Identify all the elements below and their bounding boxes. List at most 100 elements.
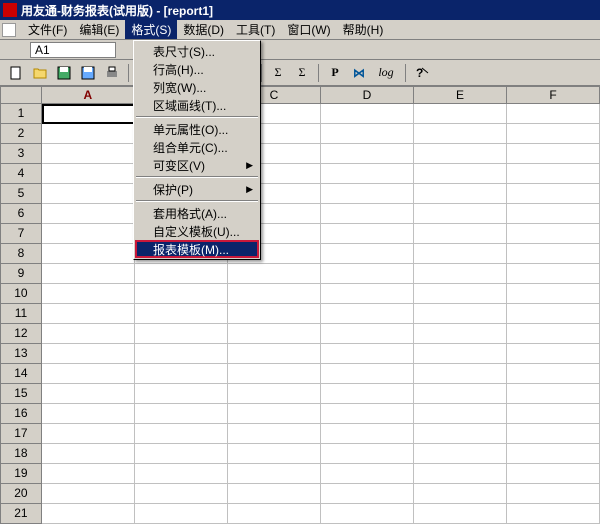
cell-address-box[interactable]: A1 <box>30 42 116 58</box>
cell[interactable] <box>42 464 135 484</box>
cell[interactable] <box>228 344 321 364</box>
menu-item[interactable]: 列宽(W)... <box>135 78 259 96</box>
cell[interactable] <box>228 364 321 384</box>
row-header[interactable]: 21 <box>0 504 42 524</box>
row-header[interactable]: 12 <box>0 324 42 344</box>
cell[interactable] <box>42 444 135 464</box>
cell[interactable] <box>42 324 135 344</box>
cell[interactable] <box>135 344 228 364</box>
cell[interactable] <box>321 464 414 484</box>
row-header[interactable]: 16 <box>0 404 42 424</box>
cell[interactable] <box>507 484 600 504</box>
cell[interactable] <box>414 184 507 204</box>
cell[interactable] <box>321 404 414 424</box>
cell[interactable] <box>414 504 507 524</box>
cell[interactable] <box>135 444 228 464</box>
cell[interactable] <box>135 464 228 484</box>
document-icon[interactable] <box>2 23 16 37</box>
row-header[interactable]: 14 <box>0 364 42 384</box>
sum-button[interactable]: Σ <box>268 63 288 83</box>
cell[interactable] <box>507 464 600 484</box>
select-all-corner[interactable] <box>0 86 42 104</box>
cell[interactable] <box>414 284 507 304</box>
row-header[interactable]: 11 <box>0 304 42 324</box>
cell[interactable] <box>414 324 507 344</box>
row-header[interactable]: 5 <box>0 184 42 204</box>
cell[interactable] <box>507 224 600 244</box>
open-button[interactable] <box>30 63 50 83</box>
cell[interactable] <box>42 124 135 144</box>
cell[interactable] <box>414 344 507 364</box>
menu-window[interactable]: 窗口(W) <box>281 20 336 39</box>
cell[interactable] <box>321 304 414 324</box>
cell[interactable] <box>135 384 228 404</box>
row-header[interactable]: 17 <box>0 424 42 444</box>
row-header[interactable]: 8 <box>0 244 42 264</box>
menu-item[interactable]: 可变区(V)▶ <box>135 156 259 174</box>
menu-format[interactable]: 格式(S) <box>125 20 177 39</box>
cell[interactable] <box>228 304 321 324</box>
cell[interactable] <box>228 404 321 424</box>
column-header[interactable]: E <box>414 86 507 104</box>
cell[interactable] <box>42 304 135 324</box>
cell[interactable] <box>135 304 228 324</box>
row-header[interactable]: 7 <box>0 224 42 244</box>
row-header[interactable]: 10 <box>0 284 42 304</box>
cell[interactable] <box>507 284 600 304</box>
cell[interactable] <box>135 284 228 304</box>
cell[interactable] <box>42 384 135 404</box>
cell[interactable] <box>321 144 414 164</box>
menu-item[interactable]: 区域画线(T)... <box>135 96 259 114</box>
menu-item[interactable]: 保护(P)▶ <box>135 180 259 198</box>
row-header[interactable]: 20 <box>0 484 42 504</box>
cell[interactable] <box>507 344 600 364</box>
cell[interactable] <box>414 384 507 404</box>
cell[interactable] <box>135 264 228 284</box>
cell[interactable] <box>42 164 135 184</box>
cell[interactable] <box>42 224 135 244</box>
cell[interactable] <box>507 364 600 384</box>
cell[interactable] <box>321 504 414 524</box>
cell[interactable] <box>42 404 135 424</box>
row-header[interactable]: 4 <box>0 164 42 184</box>
sum2-button[interactable]: Σ <box>292 63 312 83</box>
cell[interactable] <box>42 144 135 164</box>
save-button[interactable] <box>54 63 74 83</box>
print-button[interactable] <box>102 63 122 83</box>
cell[interactable] <box>507 204 600 224</box>
cell[interactable] <box>507 324 600 344</box>
cell[interactable] <box>321 324 414 344</box>
menu-item[interactable]: 单元属性(O)... <box>135 120 259 138</box>
cell[interactable] <box>42 504 135 524</box>
column-header[interactable]: A <box>42 86 135 104</box>
cell[interactable] <box>42 244 135 264</box>
cell[interactable] <box>135 504 228 524</box>
cell[interactable] <box>507 104 600 124</box>
cell[interactable] <box>228 284 321 304</box>
cell[interactable] <box>321 284 414 304</box>
menu-item[interactable]: 套用格式(A)... <box>135 204 259 222</box>
cell[interactable] <box>507 504 600 524</box>
cell[interactable] <box>228 484 321 504</box>
menu-item[interactable]: 行高(H)... <box>135 60 259 78</box>
cell[interactable] <box>507 244 600 264</box>
menu-file[interactable]: 文件(F) <box>22 20 73 39</box>
cell[interactable] <box>507 184 600 204</box>
cell[interactable] <box>228 324 321 344</box>
new-button[interactable] <box>6 63 26 83</box>
cell[interactable] <box>321 264 414 284</box>
cell[interactable] <box>321 344 414 364</box>
cell[interactable] <box>42 264 135 284</box>
cell[interactable] <box>321 384 414 404</box>
row-header[interactable]: 6 <box>0 204 42 224</box>
row-header[interactable]: 3 <box>0 144 42 164</box>
cell[interactable] <box>42 344 135 364</box>
cell[interactable] <box>42 284 135 304</box>
cell[interactable] <box>507 164 600 184</box>
row-header[interactable]: 15 <box>0 384 42 404</box>
cell[interactable] <box>414 304 507 324</box>
cell[interactable] <box>321 124 414 144</box>
row-header[interactable]: 13 <box>0 344 42 364</box>
cell[interactable] <box>42 484 135 504</box>
cell[interactable] <box>414 204 507 224</box>
